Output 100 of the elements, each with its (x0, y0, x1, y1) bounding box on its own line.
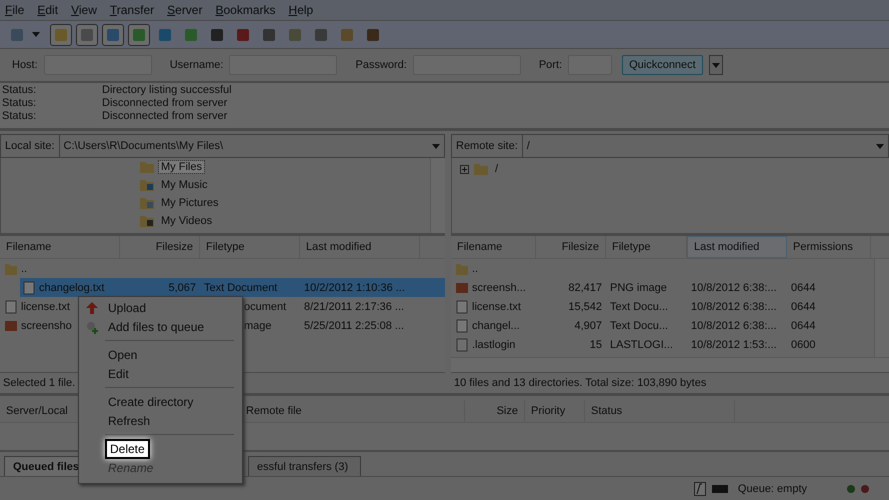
dropdown-button[interactable] (708, 55, 723, 75)
menu-item[interactable]: Transfer (110, 3, 154, 17)
column-header[interactable]: Filename (0, 236, 120, 258)
video-folder-icon (139, 214, 155, 228)
menu-item[interactable]: Delete (105, 438, 150, 458)
password-label: Password: (355, 59, 407, 71)
column-header[interactable]: Status (585, 400, 735, 422)
caret-icon[interactable] (32, 32, 40, 37)
column-header[interactable]: Filetype (200, 236, 300, 258)
host-label: Host: (12, 59, 38, 71)
table-cell[interactable]: 8/21/2011 2:17:36 ... (300, 300, 420, 312)
menu-item[interactable]: Help (288, 3, 314, 17)
caret-icon[interactable] (876, 144, 884, 148)
table-cell[interactable]: Text Document (200, 282, 300, 294)
document-icon (455, 300, 469, 314)
table-cell[interactable]: .lastlogin (451, 338, 536, 352)
port-label: Port: (538, 59, 562, 71)
column-header[interactable]: Last modified (687, 236, 787, 258)
table-cell[interactable]: 15 (536, 338, 606, 350)
table-cell[interactable]: .. (0, 262, 120, 276)
table-cell[interactable]: 15,542 (536, 300, 606, 312)
table-cell[interactable]: LASTLOGI... (606, 338, 687, 350)
table-cell[interactable]: 4,907 (536, 320, 606, 332)
menu-item[interactable]: Server (167, 3, 202, 17)
menu-item[interactable]: Edit (37, 3, 58, 17)
column-header[interactable]: Size (465, 400, 525, 422)
image-file-icon (455, 280, 469, 294)
log-label: Status: (2, 110, 38, 123)
expand-icon[interactable] (460, 164, 469, 174)
caret-icon[interactable] (432, 144, 440, 148)
column-header[interactable]: Filesize (120, 236, 200, 258)
table-cell[interactable]: Text Docu... (606, 320, 687, 332)
table-cell[interactable]: 0644 (787, 300, 871, 312)
log-label: Status: (2, 84, 38, 97)
table-cell[interactable]: 10/8/2012 6:38:... (687, 300, 787, 312)
table-cell[interactable]: 82,417 (536, 282, 606, 294)
log-label: Status: (2, 97, 38, 110)
column-header[interactable]: Last modified (300, 236, 420, 258)
queue-status: Queue: empty (738, 482, 807, 494)
table-cell[interactable]: license.txt (451, 300, 536, 314)
up-arrow-icon (85, 300, 99, 314)
tree-item[interactable]: My Music (159, 179, 210, 191)
column-header[interactable]: Filesize (536, 236, 606, 258)
quickconnect-button[interactable]: Quickconnect (622, 55, 703, 75)
menu-item[interactable]: Upload (105, 300, 150, 316)
toolbar-button[interactable] (76, 24, 98, 46)
tree-item[interactable]: My Pictures (159, 197, 220, 209)
folder-icon (4, 262, 18, 276)
table-cell[interactable]: 0644 (787, 282, 871, 294)
log-message: Disconnected from server (102, 110, 228, 123)
menu-item[interactable]: View (71, 3, 97, 17)
toolbar-button[interactable] (50, 24, 72, 46)
tab[interactable]: essful transfers (3) (248, 456, 362, 476)
log-message: Disconnected from server (102, 97, 228, 110)
menu-item[interactable]: Add files to queue (105, 318, 208, 334)
folder-icon (455, 262, 469, 276)
folder-icon (139, 160, 155, 174)
column-header[interactable]: Priority (525, 400, 585, 422)
image-file-icon (4, 318, 18, 332)
music-folder-icon (139, 178, 155, 192)
table-cell[interactable]: .. (451, 262, 536, 276)
table-cell[interactable]: 10/2/2012 1:10:36 ... (300, 282, 420, 294)
activity-led-icon (847, 484, 855, 492)
table-cell[interactable]: Text Docu... (606, 300, 687, 312)
table-cell[interactable]: 5,067 (120, 282, 200, 294)
menu-item[interactable]: Create directory (105, 394, 196, 410)
column-header[interactable]: Permissions (787, 236, 871, 258)
table-cell[interactable]: 10/8/2012 6:38:... (687, 320, 787, 332)
log-message: Directory listing successful (102, 84, 232, 97)
toolbar-button[interactable] (128, 24, 150, 46)
table-cell[interactable]: changel... (451, 318, 536, 332)
remote-status-text: 10 files and 13 directories. Total size: 103,890 bytes (451, 372, 889, 393)
scrollbar[interactable] (451, 357, 889, 372)
table-cell[interactable]: 0644 (787, 320, 871, 332)
menu-item[interactable]: Refresh (105, 412, 154, 428)
menu-item[interactable]: Open (105, 346, 140, 362)
folder-icon (473, 162, 489, 176)
document-icon (455, 318, 469, 332)
table-cell[interactable]: PNG image (606, 282, 687, 294)
scrollbar[interactable] (430, 158, 445, 233)
table-cell[interactable]: 10/8/2012 6:38:... (687, 282, 787, 294)
tree-item[interactable]: / (493, 163, 500, 175)
column-header[interactable]: Filename (451, 236, 536, 258)
table-cell[interactable]: changelog.txt (20, 280, 120, 294)
menu-item[interactable]: Bookmarks (215, 3, 276, 17)
pictures-folder-icon (139, 196, 155, 210)
document-icon (4, 300, 18, 314)
tree-item[interactable]: My Files (159, 161, 204, 173)
toolbar-button[interactable] (102, 24, 124, 46)
document-icon (455, 338, 469, 352)
table-cell[interactable]: 0600 (787, 338, 871, 350)
activity-led-icon (861, 484, 869, 492)
menu-item[interactable]: File (5, 3, 24, 17)
add-queue-icon (85, 320, 99, 334)
tree-item[interactable]: My Videos (159, 215, 214, 227)
table-cell[interactable]: screensh... (451, 280, 536, 294)
table-cell[interactable]: 5/25/2011 2:25:08 ... (300, 320, 420, 332)
username-label: Username: (170, 59, 224, 71)
document-icon (22, 280, 36, 294)
table-cell[interactable]: 10/8/2012 1:53:... (687, 338, 787, 350)
